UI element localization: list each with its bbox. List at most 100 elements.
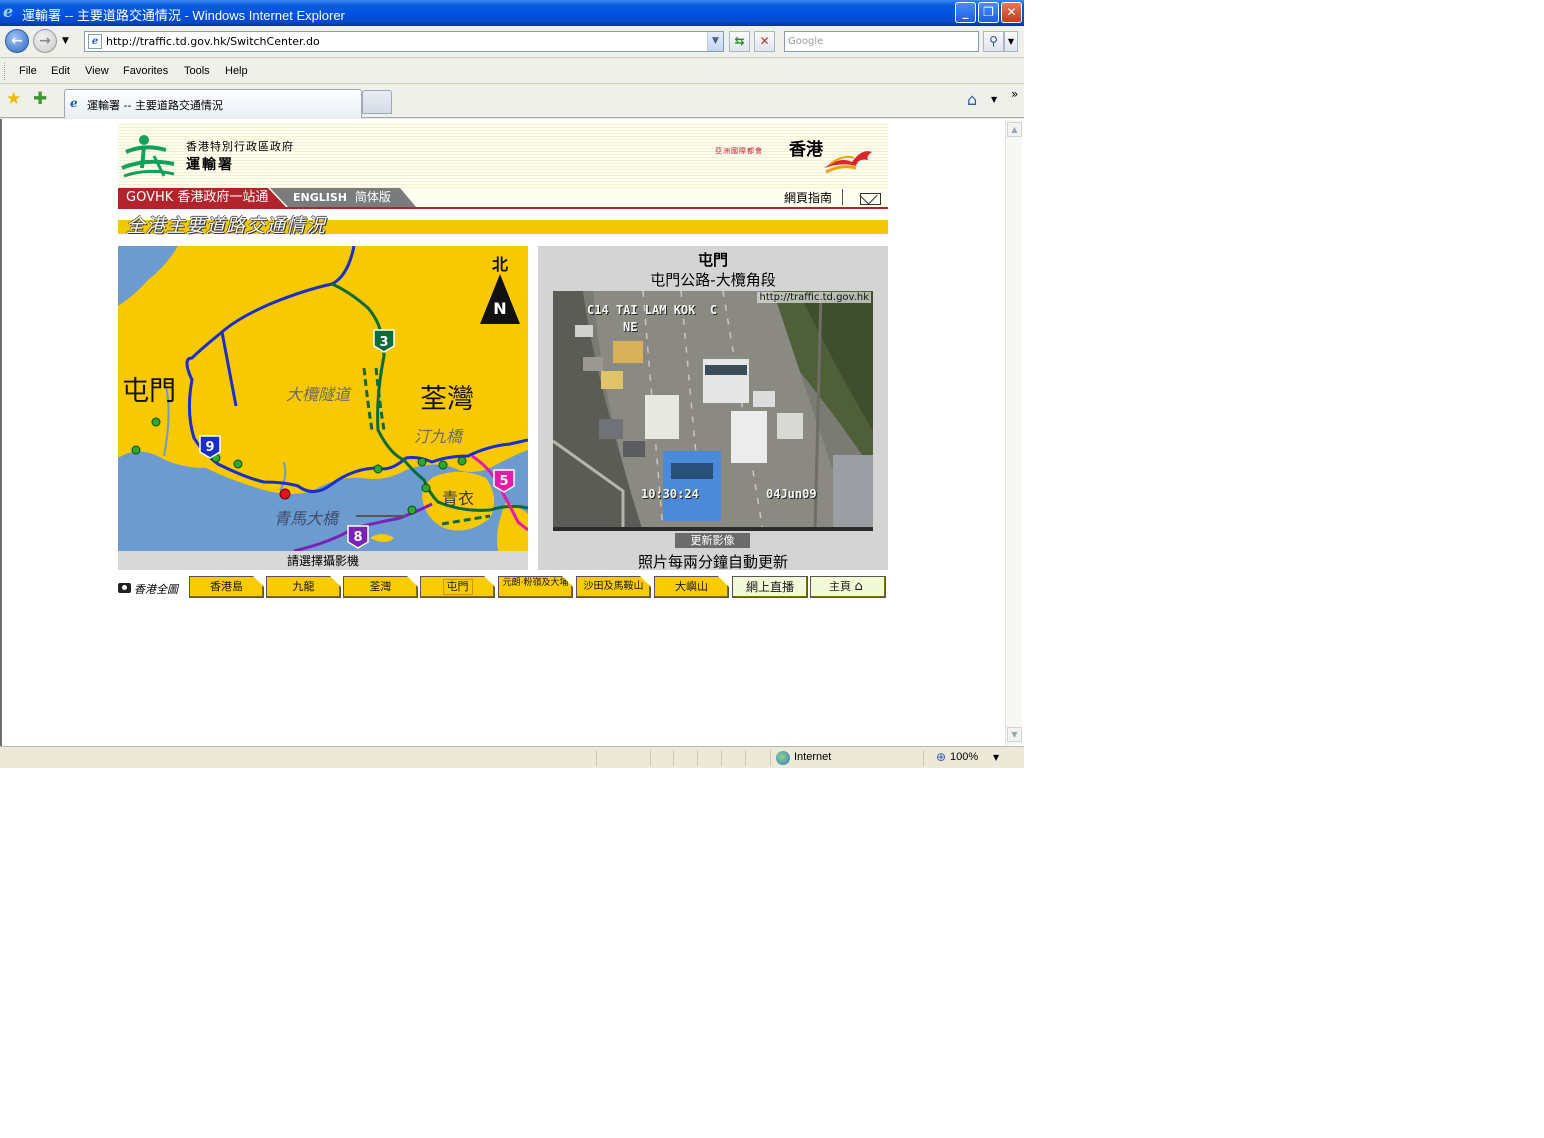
- new-tab-button[interactable]: [362, 90, 392, 114]
- ie-window: e 運輸署 -- 主要道路交通情況 - Windows Internet Exp…: [0, 0, 1024, 768]
- close-button[interactable]: ✕: [1001, 2, 1022, 23]
- zoom-dropdown-icon[interactable]: ▼: [993, 753, 999, 762]
- simplified-chinese-link[interactable]: 简体版: [355, 190, 391, 204]
- forward-button[interactable]: →: [33, 29, 57, 53]
- camera-panel: 屯門 屯門公路-大欖角段 http://traffic.td.gov.hk C1…: [538, 246, 888, 571]
- map-label-tsuen-wan: 荃灣: [420, 384, 474, 415]
- tab-page-icon: e: [70, 96, 78, 110]
- traffic-camera-image[interactable]: http://traffic.td.gov.hk C14 TAI LAM KOK…: [553, 291, 873, 531]
- status-cell: [697, 750, 698, 766]
- north-arrow-icon: N: [493, 299, 506, 318]
- status-cell: [923, 750, 924, 766]
- status-cell: [673, 750, 674, 766]
- home-tab-label: 主頁: [829, 580, 851, 593]
- favorites-star-icon[interactable]: ★: [6, 91, 21, 108]
- hksar-government-text: 香港特別行政區政府: [186, 140, 294, 153]
- page-icon: e: [88, 34, 102, 49]
- home-dropdown-icon[interactable]: ▼: [991, 95, 997, 104]
- brand-hk-text: 香港: [789, 140, 823, 160]
- auto-refresh-note: 照片每兩分鐘自動更新: [637, 553, 788, 571]
- status-cell: [721, 750, 722, 766]
- back-button[interactable]: ←: [5, 29, 29, 53]
- camera-watermark: http://traffic.td.gov.hk: [757, 292, 871, 303]
- tab-bar: ★ ✚ e 運輸署 -- 主要道路交通情況 ⌂ ▼ »: [0, 85, 1024, 118]
- restore-button[interactable]: ❐: [978, 2, 999, 23]
- home-icon: ⌂: [854, 579, 863, 594]
- tab-lantau[interactable]: 大嶼山: [654, 576, 729, 598]
- address-url[interactable]: http://traffic.td.gov.hk/SwitchCenter.do: [106, 35, 320, 48]
- all-hk-map-link[interactable]: 香港全圖: [134, 581, 178, 597]
- camera-map-panel: 3 9 5 8 北 N 屯門 荃灣 大欖隧道 汀九橋 青衣 青馬大橋 請選擇攝影…: [118, 246, 528, 570]
- district-camera-map[interactable]: 3 9 5 8 北 N 屯門 荃灣 大欖隧道 汀九橋 青衣 青馬大橋: [118, 246, 528, 551]
- address-dropdown-icon[interactable]: ▼: [707, 32, 723, 51]
- search-options-icon[interactable]: ▼: [1004, 31, 1018, 52]
- tab-tuen-mun[interactable]: 屯門: [420, 576, 495, 598]
- security-zone-label: Internet: [794, 751, 832, 763]
- brand-hk-dragon-logo: [824, 151, 872, 174]
- map-label-tai-lam-tunnel: 大欖隧道: [286, 385, 352, 404]
- vertical-scrollbar[interactable]: ▲ ▼: [1005, 120, 1022, 745]
- tab-hong-kong-island[interactable]: 香港島: [189, 576, 264, 598]
- tab-tsuen-wan[interactable]: 荃灣: [343, 576, 418, 598]
- district-tabs: 香港全圖 香港島 九龍 荃灣 屯門 元朗‧粉嶺及大埔 沙田及馬鞍山 大嶼山 網上…: [118, 576, 888, 600]
- home-tab[interactable]: 主頁 ⌂: [810, 576, 886, 598]
- asia-world-city-text: 亞洲國際都會: [715, 147, 763, 155]
- recent-pages-dropdown-icon[interactable]: ▼: [62, 36, 69, 46]
- department-name: 運輸署: [186, 157, 234, 173]
- menu-file[interactable]: File: [19, 65, 37, 77]
- search-icon[interactable]: ⚲: [983, 31, 1004, 52]
- map-label-ting-kau-bridge: 汀九橋: [414, 427, 464, 446]
- menu-view[interactable]: View: [85, 65, 109, 77]
- internet-zone-icon: [776, 751, 790, 765]
- route-5-label: 5: [499, 474, 508, 489]
- scroll-down-icon[interactable]: ▼: [1007, 727, 1022, 742]
- status-bar: Internet ⊕ 100% ▼: [0, 746, 1024, 768]
- route-3-label: 3: [379, 335, 388, 350]
- title-bar: e 運輸署 -- 主要道路交通情況 - Windows Internet Exp…: [0, 0, 1024, 26]
- menu-tools[interactable]: Tools: [184, 65, 210, 77]
- site-guide-link[interactable]: 網頁指南: [784, 189, 832, 206]
- more-tools-chevron-icon[interactable]: »: [1011, 87, 1018, 101]
- map-label-tsing-yi: 青衣: [442, 489, 474, 508]
- refresh-image-button[interactable]: 更新影像: [675, 533, 750, 548]
- refresh-button[interactable]: ⇆: [729, 31, 750, 52]
- live-broadcast-tab[interactable]: 網上直播: [732, 576, 808, 598]
- menu-help[interactable]: Help: [225, 65, 248, 77]
- search-box[interactable]: Google: [784, 31, 979, 52]
- menu-favorites[interactable]: Favorites: [123, 65, 168, 77]
- status-cell: [745, 750, 746, 766]
- tab-kowloon[interactable]: 九龍: [266, 576, 341, 598]
- north-label: 北: [492, 255, 508, 274]
- zoom-level[interactable]: 100%: [950, 751, 978, 763]
- tab-traffic[interactable]: e 運輸署 -- 主要道路交通情況: [64, 89, 362, 118]
- page-title: 全港主要道路交通情況: [126, 215, 327, 237]
- map-label-tsing-ma-bridge: 青馬大橋: [274, 509, 340, 528]
- toolbar-grip: [4, 63, 7, 80]
- scroll-up-icon[interactable]: ▲: [1007, 122, 1022, 137]
- tab-sha-tin-ma-on-shan[interactable]: 沙田及馬鞍山: [576, 576, 651, 598]
- govhk-link[interactable]: GOVHK 香港政府一站通: [118, 188, 286, 207]
- stop-button[interactable]: ✕: [754, 31, 775, 52]
- route-8-label: 8: [353, 530, 362, 545]
- page-title-bar: 全港主要道路交通情況: [118, 211, 888, 237]
- status-cell: [650, 750, 651, 766]
- menu-edit[interactable]: Edit: [51, 65, 70, 77]
- camera-icon: [118, 583, 131, 593]
- address-bar[interactable]: e http://traffic.td.gov.hk/SwitchCenter.…: [84, 31, 724, 52]
- tab-yuen-long-fanling-tai-po[interactable]: 元朗‧粉嶺及大埔: [498, 576, 573, 598]
- site-nav-strip: GOVHK 香港政府一站通 ENGLISH 简体版 網頁指南: [118, 188, 888, 209]
- transport-department-logo[interactable]: [120, 128, 176, 180]
- home-icon[interactable]: ⌂: [967, 90, 977, 109]
- ie-logo-icon: e: [3, 2, 14, 21]
- tab-tuen-mun-label: 屯門: [442, 579, 473, 595]
- minimize-button[interactable]: _: [955, 2, 976, 23]
- site-banner: 香港特別行政區政府 運輸署 亞洲國際都會 香港: [118, 122, 888, 188]
- mail-icon[interactable]: [860, 193, 881, 205]
- nav-separator: [842, 189, 843, 205]
- add-favorite-icon[interactable]: ✚: [33, 91, 47, 108]
- camera-time-overlay: 10:30:24: [641, 487, 699, 501]
- english-link[interactable]: ENGLISH: [293, 191, 347, 204]
- zoom-icon[interactable]: ⊕: [936, 750, 946, 764]
- language-links: ENGLISH 简体版: [270, 188, 416, 207]
- camera-direction-overlay: NE: [623, 320, 638, 334]
